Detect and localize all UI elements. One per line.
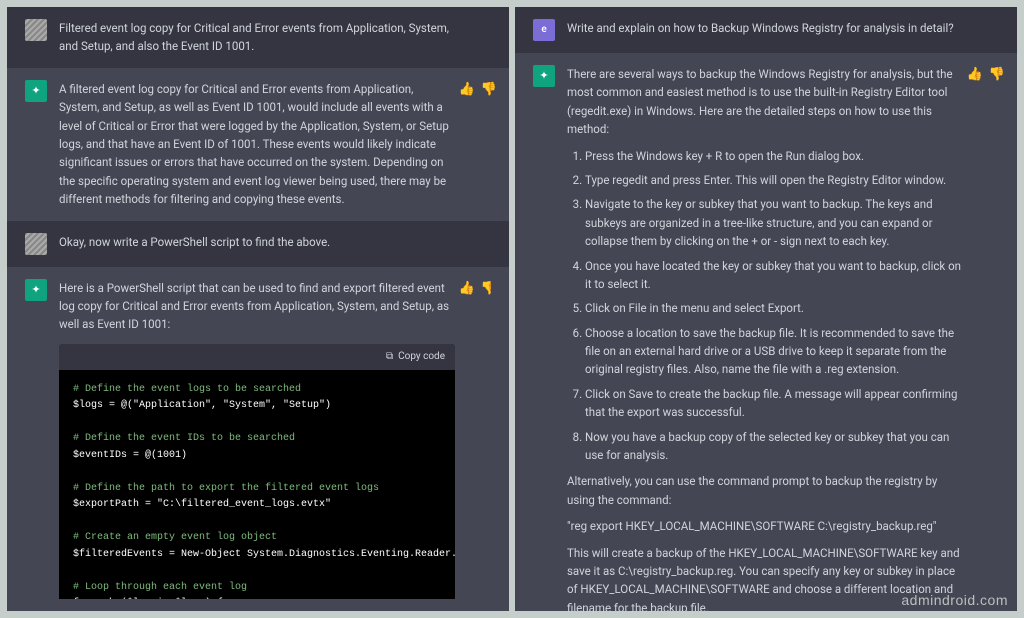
- message-text: Okay, now write a PowerShell script to f…: [59, 233, 491, 255]
- steps-list: Press the Windows key + R to open the Ru…: [567, 147, 963, 465]
- user-avatar: e: [533, 19, 555, 41]
- user-avatar: [25, 233, 47, 255]
- thumbs-down-icon[interactable]: 👎: [481, 279, 491, 300]
- assistant-message: Here is a PowerShell script that can be …: [7, 267, 509, 611]
- feedback-buttons: 👍 👎: [459, 80, 497, 101]
- list-item: Now you have a backup copy of the select…: [585, 428, 963, 465]
- watermark: admindroid.com: [901, 592, 1008, 608]
- assistant-message: A filtered event log copy for Critical a…: [7, 68, 509, 221]
- thumbs-up-icon[interactable]: 👍: [967, 65, 983, 86]
- user-avatar: [25, 19, 47, 41]
- assistant-avatar: [25, 80, 47, 102]
- thumbs-down-icon[interactable]: 👎: [481, 80, 497, 101]
- code-block: ⧉ Copy code # Define the event logs to b…: [59, 344, 455, 599]
- right-conversation-panel: e Write and explain on how to Backup Win…: [515, 7, 1017, 611]
- list-item: Once you have located the key or subkey …: [585, 257, 963, 294]
- feedback-buttons: 👍 👎: [459, 279, 491, 300]
- message-text: Write and explain on how to Backup Windo…: [567, 19, 999, 41]
- assistant-avatar: [25, 279, 47, 301]
- message-text: A filtered event log copy for Critical a…: [59, 82, 449, 206]
- assistant-message: 👍 👎 There are several ways to backup the…: [515, 53, 1017, 611]
- copy-icon[interactable]: ⧉: [386, 349, 393, 365]
- user-message: Okay, now write a PowerShell script to f…: [7, 221, 509, 267]
- user-message: e Write and explain on how to Backup Win…: [515, 7, 1017, 53]
- list-item: Type regedit and press Enter. This will …: [585, 171, 963, 189]
- thumbs-down-icon[interactable]: 👎: [989, 65, 1005, 86]
- feedback-buttons: 👍 👎: [967, 65, 1005, 86]
- code-content: # Define the event logs to be searched $…: [59, 370, 455, 599]
- left-conversation-panel: Filtered event log copy for Critical and…: [7, 7, 509, 611]
- code-header: ⧉ Copy code: [59, 344, 455, 370]
- command-text: "reg export HKEY_LOCAL_MACHINE\SOFTWARE …: [567, 517, 963, 535]
- thumbs-up-icon[interactable]: 👍: [459, 279, 475, 300]
- copy-code-button[interactable]: Copy code: [398, 349, 445, 365]
- list-item: Click on Save to create the backup file.…: [585, 385, 963, 422]
- list-item: Navigate to the key or subkey that you w…: [585, 195, 963, 250]
- message-text: Here is a PowerShell script that can be …: [59, 281, 449, 332]
- alt-intro: Alternatively, you can use the command p…: [567, 472, 963, 509]
- user-message: Filtered event log copy for Critical and…: [7, 7, 509, 68]
- message-intro: There are several ways to backup the Win…: [567, 65, 963, 139]
- list-item: Choose a location to save the backup fil…: [585, 324, 963, 379]
- message-text: Filtered event log copy for Critical and…: [59, 19, 491, 56]
- list-item: Click on File in the menu and select Exp…: [585, 299, 963, 317]
- thumbs-up-icon[interactable]: 👍: [459, 80, 475, 101]
- list-item: Press the Windows key + R to open the Ru…: [585, 147, 963, 165]
- assistant-avatar: [533, 65, 555, 87]
